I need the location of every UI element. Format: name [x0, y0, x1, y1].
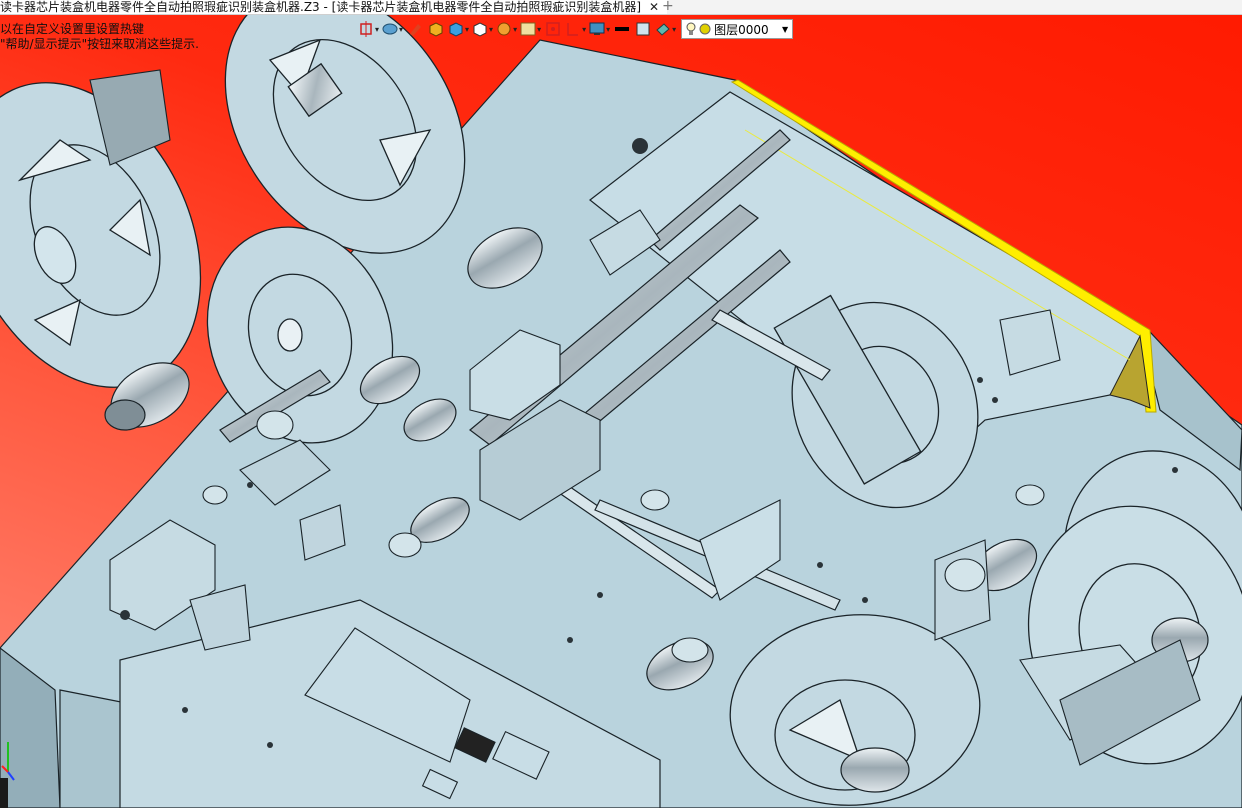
section-button[interactable]: ▾ — [565, 19, 586, 39]
plus-icon[interactable]: + — [662, 0, 674, 13]
section-icon — [567, 23, 579, 36]
shaded-box-icon — [429, 22, 443, 37]
photo-button[interactable]: ▾ — [520, 19, 541, 39]
snap-button[interactable] — [544, 19, 562, 39]
close-icon[interactable]: ✕ — [647, 0, 661, 14]
view-frame-icon — [360, 21, 372, 37]
shaded-box-button[interactable] — [427, 19, 445, 39]
sketch-button[interactable] — [406, 19, 424, 39]
paint-icon — [656, 23, 670, 36]
chevron-down-icon: ▼ — [781, 24, 789, 34]
3d-viewport[interactable] — [0, 0, 1242, 808]
photo-icon — [520, 22, 536, 36]
layer-color-dot — [699, 23, 711, 35]
blue-box-icon — [449, 22, 463, 37]
axis-triad-icon — [0, 742, 15, 808]
monitor-icon — [589, 22, 605, 35]
ball-icon — [497, 22, 511, 36]
white-box-button[interactable]: ▾ — [472, 19, 493, 39]
fill-color-icon — [636, 22, 650, 36]
line-color-icon — [615, 27, 630, 31]
tip-line-1: 以在自定义设置里设置热键 — [0, 22, 145, 36]
ball-button[interactable]: ▾ — [496, 19, 517, 39]
snap-icon — [546, 22, 560, 36]
line-color-button[interactable] — [613, 19, 631, 39]
monitor-button[interactable]: ▾ — [589, 19, 610, 39]
blue-box-button[interactable]: ▾ — [448, 19, 469, 39]
cad-model-view[interactable] — [0, 0, 1242, 808]
pencil-icon — [410, 24, 422, 36]
render-mode-button[interactable]: ▾ — [382, 19, 403, 39]
fill-color-button[interactable] — [634, 19, 652, 39]
render-mode-icon — [382, 23, 398, 35]
white-box-icon — [473, 22, 487, 37]
tip-line-2: "帮助/显示提示"按钮来取消这些提示. — [0, 37, 199, 51]
view-frame-button[interactable]: ▾ — [358, 19, 379, 39]
lightbulb-icon — [686, 22, 696, 35]
document-tab-bar: 读卡器芯片装盒机电器零件全自动拍照瑕疵识别装盒机器.Z3 - [读卡器芯片装盒机… — [0, 0, 1242, 15]
layer-select[interactable]: 图层0000 ▼ — [681, 19, 794, 39]
tip-text: 以在自定义设置里设置热键 "帮助/显示提示"按钮来取消这些提示. — [0, 22, 199, 52]
document-tab-title: 读卡器芯片装盒机电器零件全自动拍照瑕疵识别装盒机器.Z3 - [读卡器芯片装盒机… — [0, 0, 641, 14]
document-tab[interactable]: 读卡器芯片装盒机电器零件全自动拍照瑕疵识别装盒机器.Z3 - [读卡器芯片装盒机… — [0, 0, 668, 14]
layer-name: 图层0000 — [714, 22, 769, 37]
paint-button[interactable]: ▾ — [655, 19, 676, 39]
view-toolbar: ▾ ▾ ▾ ▾ ▾ ▾ ▾ ▾ ▾ 图层0000 ▼ — [358, 18, 794, 40]
